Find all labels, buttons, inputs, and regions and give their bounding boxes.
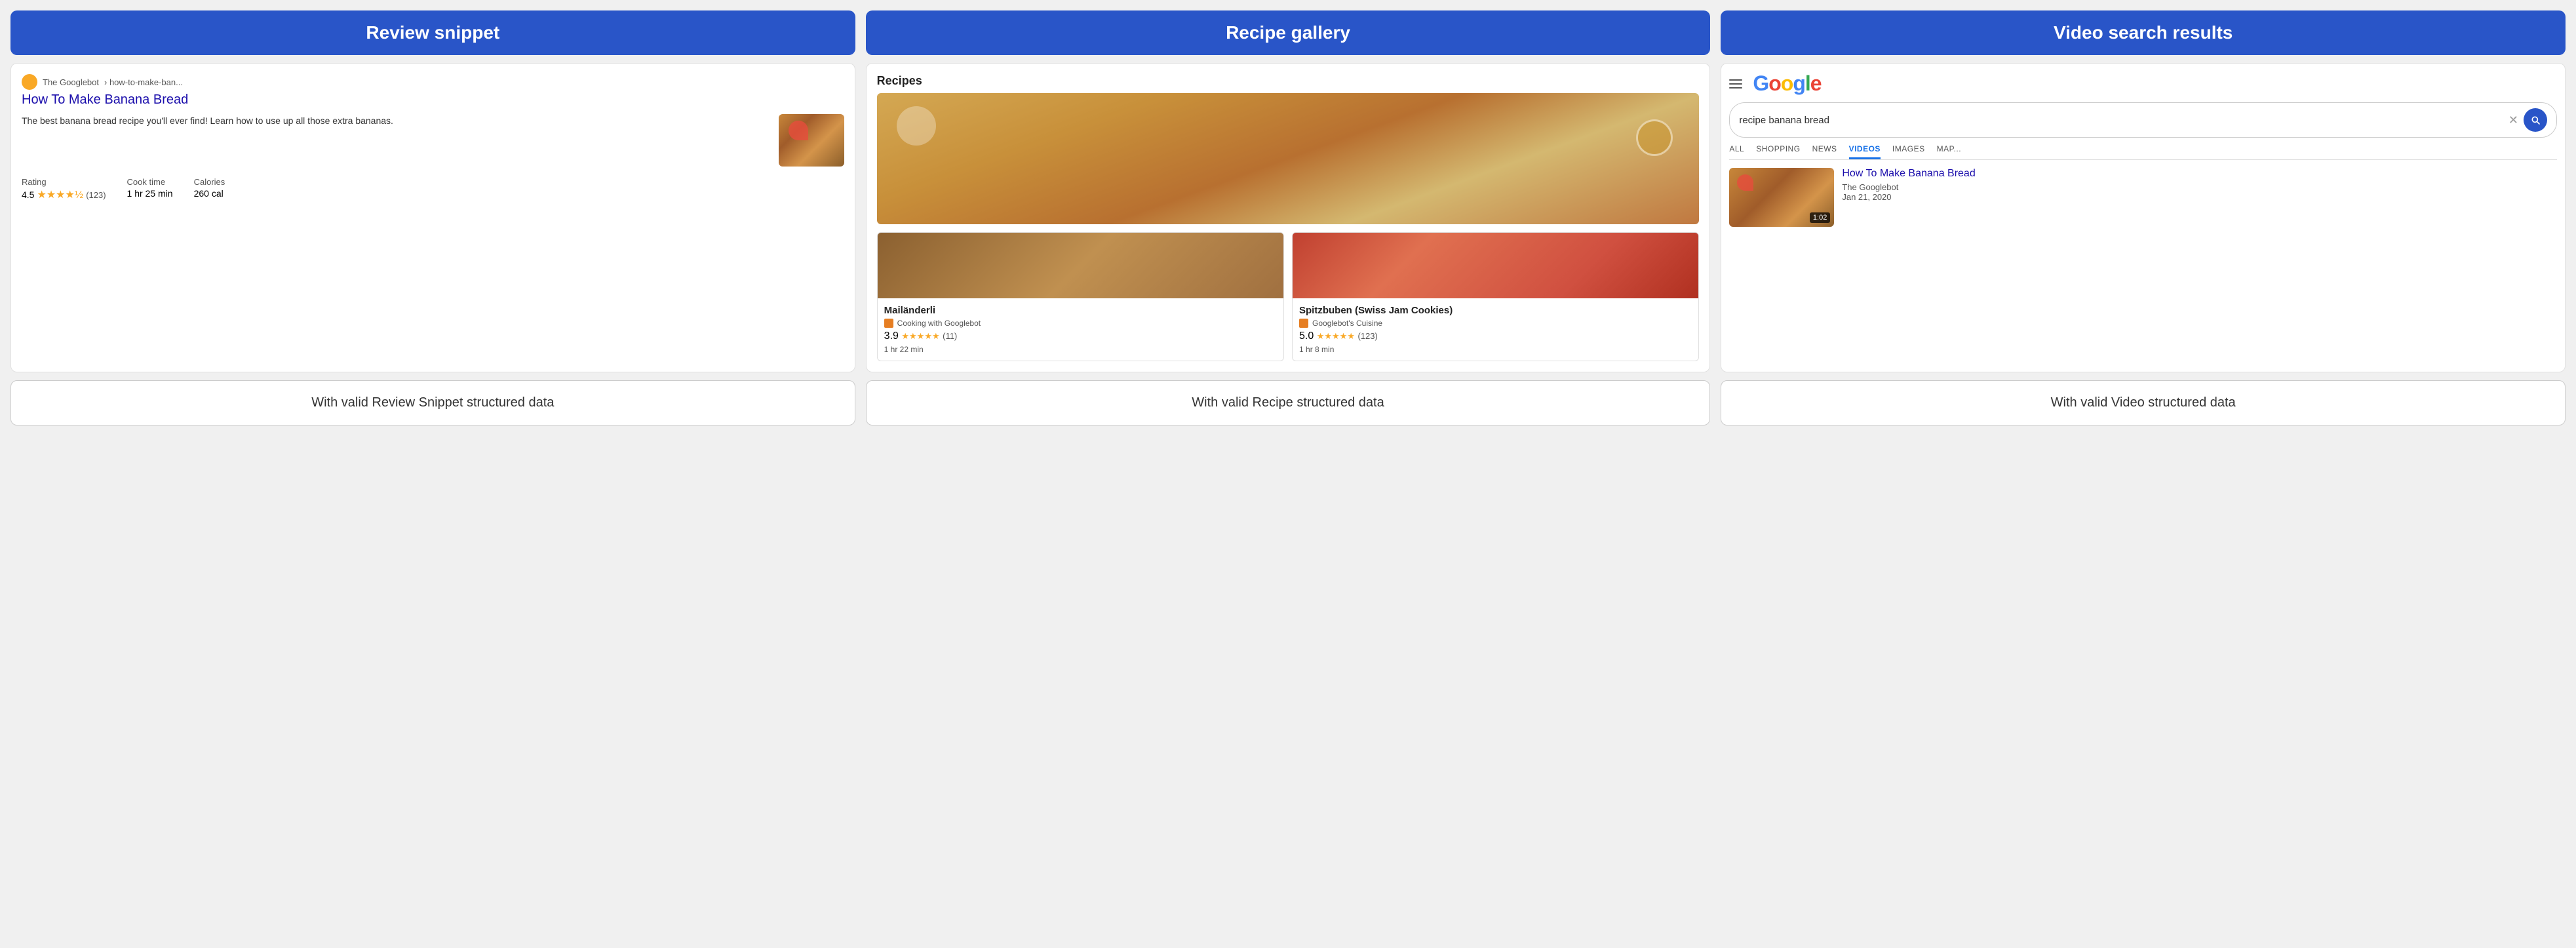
video-date: Jan 21, 2020: [1842, 192, 2557, 202]
google-logo-o2: o: [1781, 71, 1793, 95]
video-panel-header: Video search results: [1721, 10, 2566, 55]
recipes-section-label: Recipes: [877, 74, 1700, 88]
recipe-card-spitzbuben[interactable]: Spitzbuben (Swiss Jam Cookies) Googlebot…: [1292, 232, 1699, 361]
googlebot-cuisine-icon: [1299, 319, 1308, 328]
video-channel: The Googlebot: [1842, 182, 2557, 192]
calories-label: Calories: [194, 177, 225, 187]
hamburger-menu-icon[interactable]: [1729, 79, 1742, 89]
rating-group: Rating 4.5 ★★★★½ (123): [22, 177, 106, 201]
recipe-gallery-panel: Recipe gallery Recipes Mailänderli Cooki…: [866, 10, 1711, 425]
recipe-card-mailanderli-title: Mailänderli: [884, 305, 1277, 316]
google-logo-o1: o: [1768, 71, 1781, 95]
recipe-card-spitzbuben-rating: 5.0 ★★★★★ (123): [1299, 330, 1692, 342]
cooking-googlebot-icon: [884, 319, 893, 328]
search-button[interactable]: [2524, 108, 2547, 132]
googlebot-icon: [22, 74, 37, 90]
recipe-card-spitzbuben-body: Spitzbuben (Swiss Jam Cookies) Googlebot…: [1293, 298, 1698, 361]
recipe-cards-row: Mailänderli Cooking with Googlebot 3.9 ★…: [877, 232, 1700, 361]
review-description: The best banana bread recipe you'll ever…: [22, 114, 771, 167]
cook-time-group: Cook time 1 hr 25 min: [127, 177, 173, 201]
cook-time-label: Cook time: [127, 177, 173, 187]
google-logo: Google: [1753, 71, 1821, 96]
review-image: [779, 114, 844, 167]
recipe-panel-footer: With valid Recipe structured data: [866, 380, 1711, 425]
mailanderli-count: (11): [943, 331, 957, 341]
rating-stars: ★★★★½: [37, 188, 83, 201]
search-bar: ✕: [1729, 102, 2557, 138]
recipe-panel-content: Recipes Mailänderli Cooking with Googleb…: [866, 63, 1711, 372]
calories-group: Calories 260 cal: [194, 177, 225, 201]
recipe-panel-header: Recipe gallery: [866, 10, 1711, 55]
review-panel-footer: With valid Review Snippet structured dat…: [10, 380, 855, 425]
search-input[interactable]: [1739, 115, 2503, 126]
mailanderli-time: 1 hr 22 min: [884, 345, 1277, 354]
video-duration: 1:02: [1810, 212, 1830, 223]
spitzbuben-count: (123): [1357, 331, 1377, 341]
recipe-card-mailanderli-body: Mailänderli Cooking with Googlebot 3.9 ★…: [878, 298, 1283, 361]
recipe-card-mailanderli-source: Cooking with Googlebot: [884, 319, 1277, 328]
tab-images[interactable]: IMAGES: [1892, 144, 1925, 159]
spitzbuben-rating-value: 5.0: [1299, 330, 1314, 342]
spitzbuben-time: 1 hr 8 min: [1299, 345, 1692, 354]
google-header: Google: [1729, 71, 2557, 96]
cook-time-value: 1 hr 25 min: [127, 188, 173, 199]
video-thumbnail: 1:02: [1729, 168, 1834, 227]
video-panel-footer: With valid Video structured data: [1721, 380, 2566, 425]
review-site-row: The Googlebot › how-to-make-ban...: [22, 74, 844, 90]
calories-value: 260 cal: [194, 188, 225, 199]
rating-value: 4.5 ★★★★½ (123): [22, 188, 106, 201]
review-site-name: The Googlebot: [43, 77, 99, 87]
mailanderli-stars: ★★★★★: [901, 331, 939, 341]
recipe-card-mailanderli-rating: 3.9 ★★★★★ (11): [884, 330, 1277, 342]
video-search-panel: Video search results Google ✕ ALL SHOPPI…: [1721, 10, 2566, 425]
review-meta: Rating 4.5 ★★★★½ (123) Cook time 1 hr 25…: [22, 177, 844, 201]
search-icon: [2530, 115, 2541, 125]
recipe-card-spitzbuben-title: Spitzbuben (Swiss Jam Cookies): [1299, 305, 1692, 316]
video-panel-content: Google ✕ ALL SHOPPING NEWS VIDEOS IMAGES…: [1721, 63, 2566, 372]
tab-all[interactable]: ALL: [1729, 144, 1744, 159]
tab-news[interactable]: NEWS: [1812, 144, 1837, 159]
rating-label: Rating: [22, 177, 106, 187]
google-logo-G: G: [1753, 71, 1768, 95]
video-title[interactable]: How To Make Banana Bread: [1842, 168, 2557, 180]
review-panel-header: Review snippet: [10, 10, 855, 55]
mailanderli-rating-value: 3.9: [884, 330, 899, 342]
review-snippet-panel: Review snippet The Googlebot › how-to-ma…: [10, 10, 855, 425]
tab-maps[interactable]: MAP...: [1937, 144, 1961, 159]
recipe-hero-image: [877, 93, 1700, 224]
search-tabs: ALL SHOPPING NEWS VIDEOS IMAGES MAP...: [1729, 144, 2557, 160]
video-info: How To Make Banana Bread The Googlebot J…: [1842, 168, 2557, 202]
review-site-url: › how-to-make-ban...: [104, 77, 183, 87]
rating-count: (123): [86, 190, 106, 200]
google-logo-l: l: [1805, 71, 1810, 95]
recipe-card-spitzbuben-source: Googlebot's Cuisine: [1299, 319, 1692, 328]
recipe-card-spitzbuben-image: [1293, 233, 1698, 298]
tab-shopping[interactable]: SHOPPING: [1756, 144, 1800, 159]
recipe-card-mailanderli-image: [878, 233, 1283, 298]
review-panel-content: The Googlebot › how-to-make-ban... How T…: [10, 63, 855, 372]
rating-number: 4.5: [22, 189, 34, 200]
review-title[interactable]: How To Make Banana Bread: [22, 92, 844, 108]
review-body-row: The best banana bread recipe you'll ever…: [22, 114, 844, 167]
video-result[interactable]: 1:02 How To Make Banana Bread The Google…: [1729, 168, 2557, 227]
spitzbuben-stars: ★★★★★: [1317, 331, 1355, 341]
clear-search-icon[interactable]: ✕: [2508, 113, 2518, 127]
google-logo-e: e: [1810, 71, 1822, 95]
recipe-card-mailanderli[interactable]: Mailänderli Cooking with Googlebot 3.9 ★…: [877, 232, 1284, 361]
tab-videos[interactable]: VIDEOS: [1849, 144, 1881, 159]
google-logo-g: g: [1793, 71, 1805, 95]
